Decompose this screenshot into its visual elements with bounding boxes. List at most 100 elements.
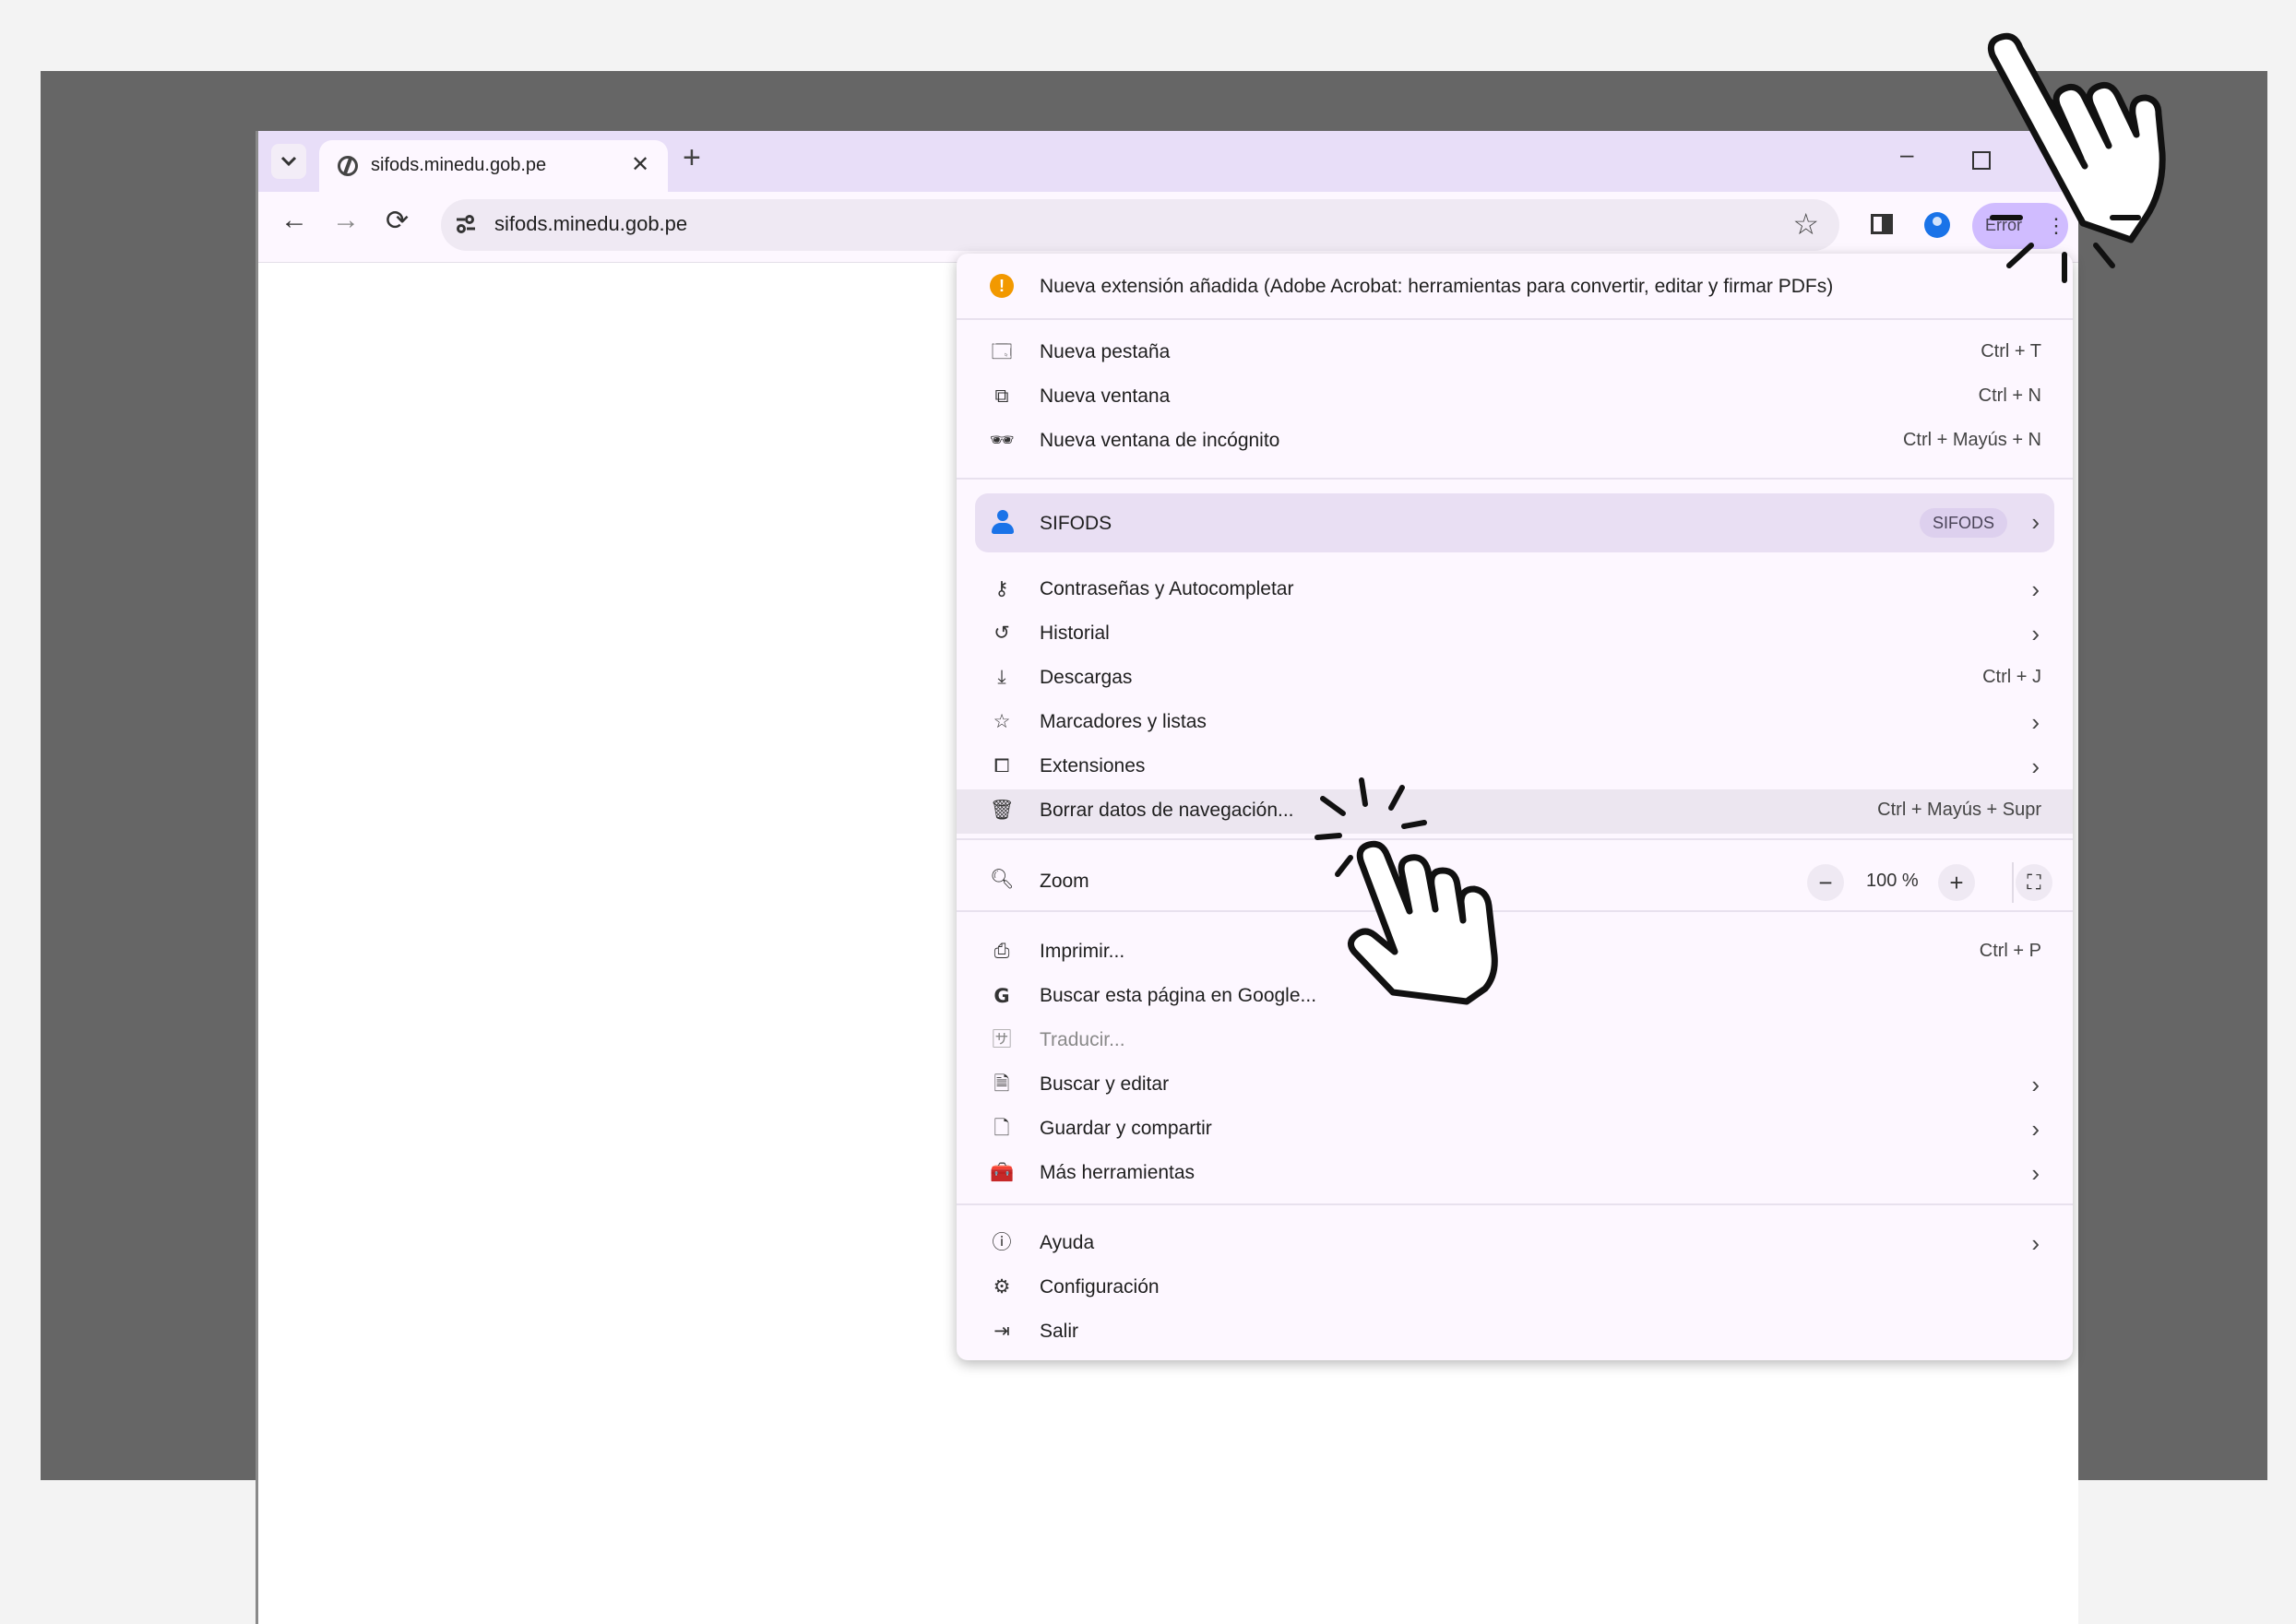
menu-item-label: Descargas xyxy=(1040,667,1133,688)
chrome-menu: ! Nueva extensión añadida (Adobe Acrobat… xyxy=(957,254,2073,1360)
menu-item-translate[interactable]: 🈂 Traducir... xyxy=(957,1019,2073,1063)
menu-item-label: Extensiones xyxy=(1040,755,1146,776)
menu-item-label: Historial xyxy=(1040,622,1110,644)
zoom-in-button[interactable]: + xyxy=(1938,864,1975,901)
menu-item-more-tools[interactable]: 🧰 Más herramientas › xyxy=(957,1152,2073,1196)
menu-item-label: Guardar y compartir xyxy=(1040,1118,1212,1139)
menu-item-label: Buscar y editar xyxy=(1040,1073,1170,1095)
find-edit-icon: 🗎 xyxy=(993,1073,1010,1095)
key-icon: ⚷ xyxy=(994,578,1009,599)
zoom-divider xyxy=(2012,862,2014,903)
menu-item-label: Imprimir... xyxy=(1040,941,1125,962)
menu-item-label: Borrar datos de navegación... xyxy=(1040,800,1294,821)
menu-item-shortcut: Ctrl + Mayús + N xyxy=(1902,430,2041,450)
separator xyxy=(957,478,2073,480)
exit-icon: ⇥ xyxy=(993,1321,1010,1342)
pointing-hand-icon xyxy=(1315,777,1498,1005)
separator xyxy=(957,838,2073,840)
menu-item-zoom: 🔍︎ Zoom − 100 % + ⛶ xyxy=(957,859,2073,907)
menu-item-label: Salir xyxy=(1040,1321,1079,1342)
extension-alert[interactable]: ! Nueva extensión añadida (Adobe Acrobat… xyxy=(957,254,2073,318)
menu-item-label: Nueva pestaña xyxy=(1040,341,1171,362)
side-panel-icon[interactable] xyxy=(1871,214,1893,234)
google-icon: G xyxy=(993,985,1010,1007)
chevron-right-icon: › xyxy=(2031,708,2040,736)
reload-button[interactable]: ⟳ xyxy=(386,205,409,237)
help-icon: ⓘ xyxy=(992,1232,1012,1253)
chevron-right-icon: › xyxy=(2031,1071,2040,1098)
person-icon xyxy=(990,510,1016,536)
new-window-icon: ⧉ xyxy=(994,385,1009,407)
close-icon[interactable]: ✕ xyxy=(631,151,649,178)
download-icon: ⤓ xyxy=(997,667,1006,688)
toolbox-icon: 🧰 xyxy=(990,1162,1015,1183)
gear-icon: ⚙ xyxy=(993,1276,1011,1298)
menu-item-shortcut: Ctrl + Mayús + Supr xyxy=(1877,800,2041,820)
chevron-right-icon: › xyxy=(2031,508,2040,536)
menu-item-label: Contraseñas y Autocompletar xyxy=(1040,578,1294,599)
menu-item-label: Nueva ventana de incógnito xyxy=(1040,430,1280,451)
tab-search-button[interactable] xyxy=(271,144,306,179)
zoom-label: Zoom xyxy=(1040,871,1089,892)
history-icon: ↺ xyxy=(993,622,1010,644)
menu-item-label: Nueva ventana xyxy=(1040,385,1171,407)
menu-item-label: Marcadores y listas xyxy=(1040,711,1207,732)
menu-item-downloads[interactable]: ⤓ Descargas Ctrl + J xyxy=(957,657,2073,701)
tab-title: sifods.minedu.gob.pe xyxy=(371,155,547,175)
profile-name: SIFODS xyxy=(1040,513,1112,534)
menu-item-save-share[interactable]: 🗋 Guardar y compartir › xyxy=(957,1108,2073,1152)
star-icon: ☆ xyxy=(993,711,1011,732)
profile-badge: SIFODS xyxy=(1920,508,2008,538)
minimize-button[interactable]: – xyxy=(1900,140,1913,169)
menu-item-clear-browsing-data[interactable]: 🗑 Borrar datos de navegación... Ctrl + M… xyxy=(957,789,2073,834)
chevron-right-icon: › xyxy=(2031,753,2040,780)
chevron-right-icon: › xyxy=(2031,620,2040,647)
zoom-out-button[interactable]: − xyxy=(1807,864,1844,901)
menu-item-settings[interactable]: ⚙ Configuración xyxy=(957,1266,2073,1310)
separator xyxy=(957,910,2073,912)
site-info-icon[interactable] xyxy=(454,212,478,236)
pointing-hand-icon xyxy=(1987,32,2166,283)
chevron-down-icon xyxy=(280,156,297,167)
translate-icon: 🈂 xyxy=(992,1029,1012,1050)
menu-item-shortcut: Ctrl + P xyxy=(1979,941,2041,961)
menu-item-history[interactable]: ↺ Historial › xyxy=(957,612,2073,657)
menu-item-label: Buscar esta página en Google... xyxy=(1040,985,1317,1006)
chevron-right-icon: › xyxy=(2031,575,2040,603)
menu-item-passwords[interactable]: ⚷ Contraseñas y Autocompletar › xyxy=(957,568,2073,612)
address-bar[interactable]: sifods.minedu.gob.pe ☆ xyxy=(441,199,1839,251)
menu-item-label: Configuración xyxy=(1040,1276,1160,1298)
alert-text: Nueva extensión añadida (Adobe Acrobat: … xyxy=(1040,276,1834,297)
profile-avatar[interactable] xyxy=(1924,212,1950,238)
menu-item-extensions[interactable]: ⧠ Extensiones › xyxy=(957,745,2073,789)
url-text: sifods.minedu.gob.pe xyxy=(494,212,688,235)
menu-item-help[interactable]: ⓘ Ayuda › xyxy=(957,1222,2073,1266)
zoom-value: 100 % xyxy=(1866,871,1919,891)
globe-icon xyxy=(338,156,358,176)
menu-item-exit[interactable]: ⇥ Salir xyxy=(957,1310,2073,1355)
menu-item-find-edit[interactable]: 🗎 Buscar y editar › xyxy=(957,1063,2073,1108)
bookmark-star-icon[interactable]: ☆ xyxy=(1792,207,1819,242)
tab-active[interactable]: sifods.minedu.gob.pe ✕ xyxy=(319,140,668,192)
menu-item-new-tab[interactable]: 🗔 Nueva pestaña Ctrl + T xyxy=(957,331,2073,375)
incognito-icon: 🕶 xyxy=(990,430,1015,451)
menu-item-incognito[interactable]: 🕶 Nueva ventana de incógnito Ctrl + Mayú… xyxy=(957,420,2073,464)
new-tab-button[interactable]: + xyxy=(683,140,701,176)
chevron-right-icon: › xyxy=(2031,1159,2040,1187)
menu-item-bookmarks[interactable]: ☆ Marcadores y listas › xyxy=(957,701,2073,745)
forward-button[interactable]: → xyxy=(332,205,360,236)
chevron-right-icon: › xyxy=(2031,1115,2040,1143)
menu-item-print[interactable]: ⎙ Imprimir... Ctrl + P xyxy=(957,931,2073,975)
menu-item-shortcut: Ctrl + N xyxy=(1978,385,2041,406)
back-button[interactable]: ← xyxy=(280,205,308,236)
printer-icon: ⎙ xyxy=(993,941,1010,962)
menu-item-label: Ayuda xyxy=(1040,1232,1095,1253)
menu-item-new-window[interactable]: ⧉ Nueva ventana Ctrl + N xyxy=(957,375,2073,420)
separator xyxy=(957,318,2073,320)
menu-item-shortcut: Ctrl + T xyxy=(1981,341,2041,362)
menu-item-search-google[interactable]: G Buscar esta página en Google... xyxy=(957,975,2073,1019)
menu-item-profile[interactable]: SIFODS SIFODS › xyxy=(975,493,2054,552)
chevron-right-icon: › xyxy=(2031,1229,2040,1257)
trash-icon: 🗑 xyxy=(990,800,1015,821)
fullscreen-button[interactable]: ⛶ xyxy=(2016,864,2052,901)
